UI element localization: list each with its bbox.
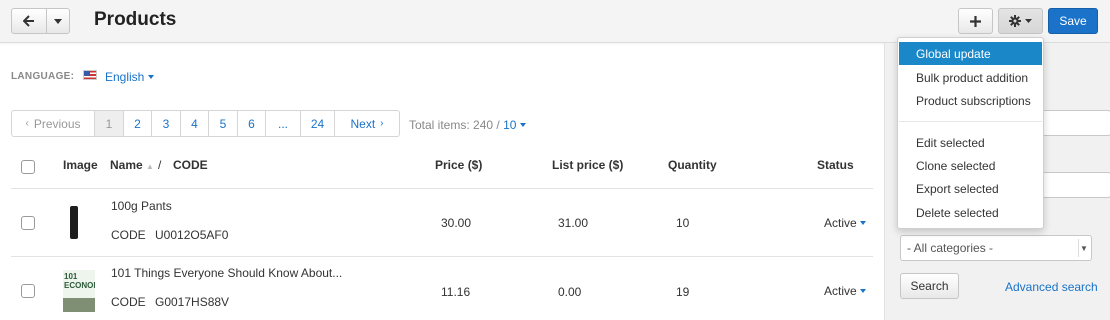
page-button-4[interactable]: 4: [181, 111, 209, 136]
chevron-right-icon: ›: [380, 118, 384, 129]
menu-item-product-subscriptions[interactable]: Product subscriptions: [899, 89, 1042, 112]
column-status[interactable]: Status: [817, 158, 854, 172]
caret-down-icon: [1025, 19, 1032, 23]
pants-image: [70, 206, 78, 239]
row-divider: [11, 256, 873, 257]
page-button-1[interactable]: 1: [95, 111, 124, 136]
product-list-price[interactable]: 31.00: [558, 216, 588, 230]
product-code: G0017HS88V: [155, 295, 230, 309]
page-title: Products: [94, 9, 177, 30]
status-dropdown[interactable]: Active: [824, 216, 867, 230]
caret-down-icon: [860, 289, 867, 293]
column-list-price[interactable]: List price ($): [552, 158, 623, 172]
product-name-link[interactable]: 101 Things Everyone Should Know About...: [111, 266, 342, 280]
product-code: U0012O5AF0: [155, 228, 229, 242]
caret-down-icon: [519, 123, 526, 127]
save-button[interactable]: Save: [1048, 8, 1098, 34]
per-page-selector[interactable]: 10: [503, 118, 526, 132]
back-button[interactable]: [11, 8, 47, 34]
product-name-link[interactable]: 100g Pants: [111, 199, 172, 213]
menu-item-bulk-product-addition[interactable]: Bulk product addition: [899, 66, 1042, 89]
total-items-label: Total items: 240 /: [409, 118, 500, 132]
column-price[interactable]: Price ($): [435, 158, 482, 172]
settings-dropdown-button[interactable]: [998, 8, 1043, 34]
product-price[interactable]: 30.00: [441, 216, 471, 230]
row-checkbox[interactable]: [21, 216, 35, 230]
code-label: CODE: [111, 295, 146, 309]
advanced-search-link[interactable]: Advanced search: [1005, 280, 1098, 294]
total-items: Total items: 240 / 10: [409, 118, 526, 132]
caret-down-icon: [860, 221, 867, 225]
menu-item-delete-selected[interactable]: Delete selected: [899, 201, 1042, 224]
previous-page-button[interactable]: ‹ Previous: [12, 111, 95, 136]
product-quantity[interactable]: 10: [676, 216, 689, 230]
book-cover-image: [63, 298, 95, 312]
product-thumbnail[interactable]: 101 ECONOMICS: [63, 270, 95, 312]
category-select[interactable]: - All categories - ▼: [900, 235, 1092, 261]
next-page-button[interactable]: Next ›: [335, 111, 399, 136]
row-checkbox[interactable]: [21, 284, 35, 298]
chevron-left-icon: ‹: [25, 118, 29, 129]
product-quantity[interactable]: 19: [676, 285, 689, 299]
search-button[interactable]: Search: [900, 273, 959, 299]
settings-dropdown-menu: Global update Bulk product addition Prod…: [897, 37, 1044, 229]
caret-down-icon: [147, 75, 154, 79]
page-button-3[interactable]: 3: [152, 111, 181, 136]
product-thumbnail[interactable]: [64, 204, 84, 240]
menu-item-export-selected[interactable]: Export selected: [899, 177, 1042, 200]
page-button-6[interactable]: 6: [238, 111, 266, 136]
us-flag-icon: [83, 70, 97, 80]
select-arrow-icon: ▼: [1078, 239, 1089, 257]
product-list-price[interactable]: 0.00: [558, 285, 581, 299]
status-dropdown[interactable]: Active: [824, 284, 867, 298]
sort-icon: ▲: [146, 162, 154, 171]
column-separator: /: [158, 158, 162, 172]
language-label: LANGUAGE:: [11, 71, 75, 82]
caret-down-icon: [54, 18, 62, 24]
select-all-checkbox[interactable]: [21, 160, 35, 174]
add-product-button[interactable]: [958, 8, 993, 34]
language-selector[interactable]: English: [105, 70, 154, 84]
column-image: Image: [63, 158, 98, 172]
menu-divider: [899, 121, 1042, 122]
language-value: English: [105, 70, 145, 84]
menu-item-clone-selected[interactable]: Clone selected: [899, 154, 1042, 177]
history-dropdown-button[interactable]: [46, 8, 70, 34]
page-ellipsis[interactable]: ...: [266, 111, 301, 136]
menu-item-edit-selected[interactable]: Edit selected: [899, 131, 1042, 154]
product-price[interactable]: 11.16: [441, 285, 470, 299]
column-name[interactable]: Name ▲: [110, 158, 154, 172]
code-label: CODE: [111, 228, 146, 242]
column-code[interactable]: CODE: [173, 158, 208, 172]
menu-item-global-update[interactable]: Global update: [899, 42, 1042, 65]
book-cover-text: 101 ECONOMICS: [64, 272, 95, 290]
pagination: ‹ Previous 1 2 3 4 5 6 ... 24 Next ›: [11, 110, 400, 137]
header-divider: [11, 188, 873, 189]
page-button-5[interactable]: 5: [209, 111, 238, 136]
plus-icon: [970, 15, 981, 27]
page-button-2[interactable]: 2: [124, 111, 152, 136]
column-quantity[interactable]: Quantity: [668, 158, 717, 172]
gear-icon: [1009, 15, 1021, 27]
arrow-left-icon: [23, 15, 34, 27]
page-button-24[interactable]: 24: [301, 111, 335, 136]
